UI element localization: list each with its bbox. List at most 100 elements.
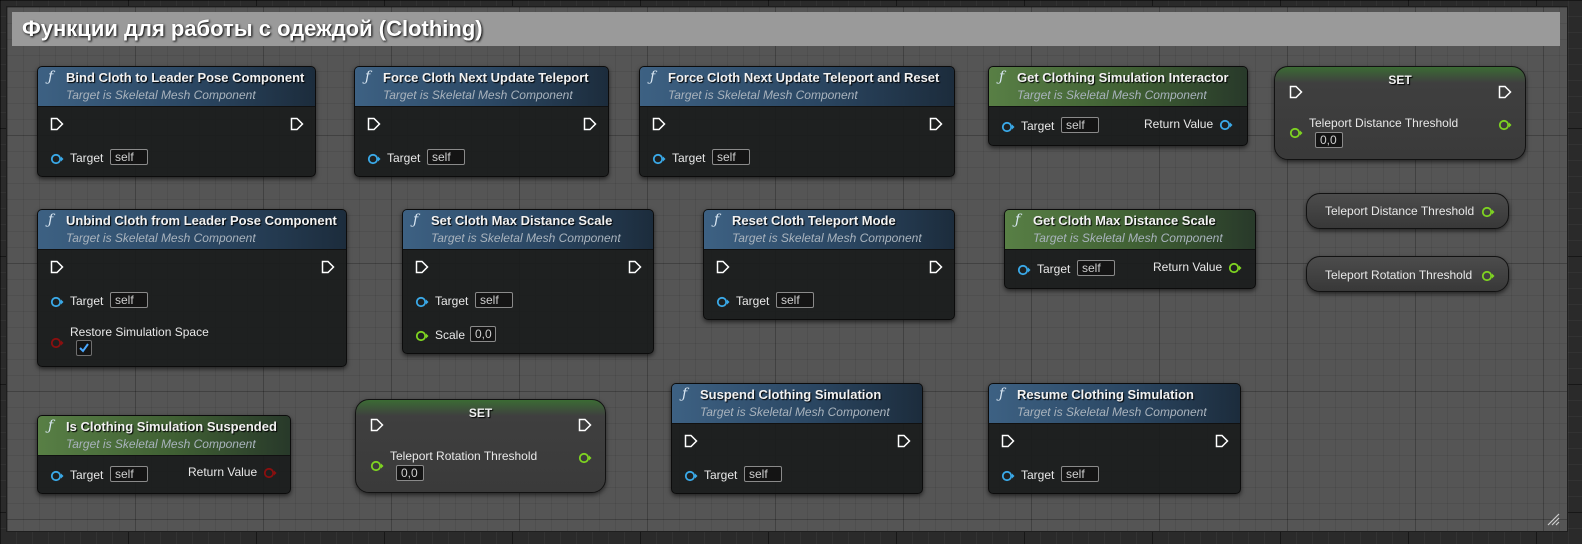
node-suspend-clothing-simulation[interactable]: ƒ Suspend Clothing Simulation Target is … (671, 383, 923, 494)
node-title: Is Clothing Simulation Suspended (66, 419, 277, 434)
node-title: Force Cloth Next Update Teleport and Res… (668, 70, 940, 85)
exec-in-pin-icon[interactable] (50, 117, 64, 131)
return-value-bool-pin-icon[interactable] (263, 466, 277, 479)
node-subtitle: Target is Skeletal Mesh Component (732, 231, 922, 245)
exec-out-pin-icon[interactable] (290, 117, 304, 131)
node-get-cloth-max-distance-scale[interactable]: ƒ Get Cloth Max Distance Scale Target is… (1004, 209, 1256, 289)
target-label: Target (704, 468, 738, 482)
node-set-teleport-rotation-threshold[interactable]: SET Teleport Rotation Threshold 0,0 (355, 399, 606, 493)
node-title: Force Cloth Next Update Teleport (383, 70, 589, 85)
node-title: Bind Cloth to Leader Pose Component (66, 70, 305, 85)
exec-in-pin-icon[interactable] (370, 418, 384, 432)
node-get-clothing-simulation-interactor[interactable]: ƒ Get Clothing Simulation Interactor Tar… (988, 66, 1248, 146)
target-label: Target (1021, 468, 1055, 482)
target-label: Target (70, 294, 104, 308)
target-field[interactable]: self (744, 466, 782, 482)
exec-in-pin-icon[interactable] (652, 117, 666, 131)
exec-out-pin-icon[interactable] (897, 434, 911, 448)
node-unbind-cloth-from-leader-pose[interactable]: ƒ Unbind Cloth from Leader Pose Componen… (37, 209, 347, 367)
exec-out-pin-icon[interactable] (929, 117, 943, 131)
exec-in-pin-icon[interactable] (1001, 434, 1015, 448)
target-field[interactable]: self (712, 149, 750, 165)
target-pin-icon[interactable] (1001, 120, 1015, 133)
exec-out-pin-icon[interactable] (1215, 434, 1229, 448)
exec-in-pin-icon[interactable] (367, 117, 381, 131)
exec-out-pin-icon[interactable] (583, 117, 597, 131)
target-field[interactable]: self (110, 466, 148, 482)
target-pin-icon[interactable] (50, 295, 64, 308)
exec-out-pin-icon[interactable] (1498, 85, 1512, 99)
float-in-pin-icon[interactable] (1289, 126, 1303, 139)
variable-label: Teleport Rotation Threshold (390, 449, 538, 463)
target-field[interactable]: self (110, 292, 148, 308)
target-field[interactable]: self (475, 292, 513, 308)
node-header: ƒ Force Cloth Next Update Teleport and R… (640, 67, 954, 107)
target-label: Target (672, 151, 706, 165)
scale-field[interactable]: 0,0 (470, 326, 496, 342)
exec-out-pin-icon[interactable] (578, 418, 592, 432)
resize-grip-icon[interactable] (1546, 512, 1560, 526)
exec-in-pin-icon[interactable] (50, 260, 64, 274)
float-in-pin-icon[interactable] (370, 459, 384, 472)
node-subtitle: Target is Skeletal Mesh Component (66, 437, 256, 451)
getter-teleport-distance-threshold[interactable]: Teleport Distance Threshold (1306, 193, 1509, 229)
node-bind-cloth-to-leader-pose[interactable]: ƒ Bind Cloth to Leader Pose Component Ta… (37, 66, 316, 177)
node-reset-cloth-teleport-mode[interactable]: ƒ Reset Cloth Teleport Mode Target is Sk… (703, 209, 955, 320)
target-field[interactable]: self (776, 292, 814, 308)
node-title: Reset Cloth Teleport Mode (732, 213, 896, 228)
function-icon: ƒ (650, 69, 656, 85)
exec-out-pin-icon[interactable] (628, 260, 642, 274)
target-pin-icon[interactable] (367, 152, 381, 165)
target-pin-icon[interactable] (50, 152, 64, 165)
node-header: ƒ Bind Cloth to Leader Pose Component Ta… (38, 67, 315, 107)
function-icon: ƒ (1015, 212, 1021, 228)
node-set-cloth-max-distance-scale[interactable]: ƒ Set Cloth Max Distance Scale Target is… (402, 209, 654, 354)
exec-in-pin-icon[interactable] (716, 260, 730, 274)
float-in-pin-icon[interactable] (415, 329, 429, 342)
node-set-teleport-distance-threshold[interactable]: SET Teleport Distance Threshold 0,0 (1274, 66, 1526, 160)
node-force-cloth-next-update-teleport[interactable]: ƒ Force Cloth Next Update Teleport Targe… (354, 66, 609, 177)
exec-out-pin-icon[interactable] (321, 260, 335, 274)
target-field[interactable]: self (1061, 466, 1099, 482)
target-field[interactable]: self (1077, 260, 1115, 276)
float-out-pin-icon[interactable] (1481, 205, 1495, 218)
node-is-clothing-simulation-suspended[interactable]: ƒ Is Clothing Simulation Suspended Targe… (37, 415, 291, 494)
checkmark-icon (79, 343, 89, 353)
target-pin-icon[interactable] (684, 469, 698, 482)
value-field[interactable]: 0,0 (396, 465, 424, 481)
restore-simulation-space-checkbox[interactable] (76, 340, 92, 356)
node-title: Set Cloth Max Distance Scale (431, 213, 613, 228)
node-resume-clothing-simulation[interactable]: ƒ Resume Clothing Simulation Target is S… (988, 383, 1241, 494)
target-label: Target (70, 151, 104, 165)
return-value-label: Return Value (1144, 117, 1214, 131)
node-subtitle: Target is Skeletal Mesh Component (700, 405, 890, 419)
node-force-cloth-next-update-teleport-and-reset[interactable]: ƒ Force Cloth Next Update Teleport and R… (639, 66, 955, 177)
node-subtitle: Target is Skeletal Mesh Component (1033, 231, 1223, 245)
target-field[interactable]: self (1061, 117, 1099, 133)
variable-label: Teleport Distance Threshold (1309, 116, 1459, 130)
target-pin-icon[interactable] (1017, 263, 1031, 276)
target-pin-icon[interactable] (716, 295, 730, 308)
target-pin-icon[interactable] (1001, 469, 1015, 482)
return-value-float-pin-icon[interactable] (1228, 261, 1242, 274)
function-icon: ƒ (365, 69, 371, 85)
exec-in-pin-icon[interactable] (415, 260, 429, 274)
exec-in-pin-icon[interactable] (1289, 85, 1303, 99)
bool-pin-icon[interactable] (50, 336, 64, 349)
exec-in-pin-icon[interactable] (684, 434, 698, 448)
value-field[interactable]: 0,0 (1315, 132, 1343, 148)
float-out-pin-icon[interactable] (1481, 269, 1495, 282)
target-pin-icon[interactable] (652, 152, 666, 165)
return-value-pin-icon[interactable] (1219, 118, 1233, 131)
target-field[interactable]: self (110, 149, 148, 165)
comment-title[interactable]: Функции для работы с одеждой (Clothing) (12, 12, 1560, 46)
target-pin-icon[interactable] (415, 295, 429, 308)
float-out-pin-icon[interactable] (578, 451, 592, 464)
exec-out-pin-icon[interactable] (929, 260, 943, 274)
getter-teleport-rotation-threshold[interactable]: Teleport Rotation Threshold (1306, 256, 1509, 292)
node-title: Get Clothing Simulation Interactor (1017, 70, 1229, 85)
function-icon: ƒ (999, 386, 1005, 402)
target-field[interactable]: self (427, 149, 465, 165)
float-out-pin-icon[interactable] (1498, 118, 1512, 131)
target-pin-icon[interactable] (50, 469, 64, 482)
